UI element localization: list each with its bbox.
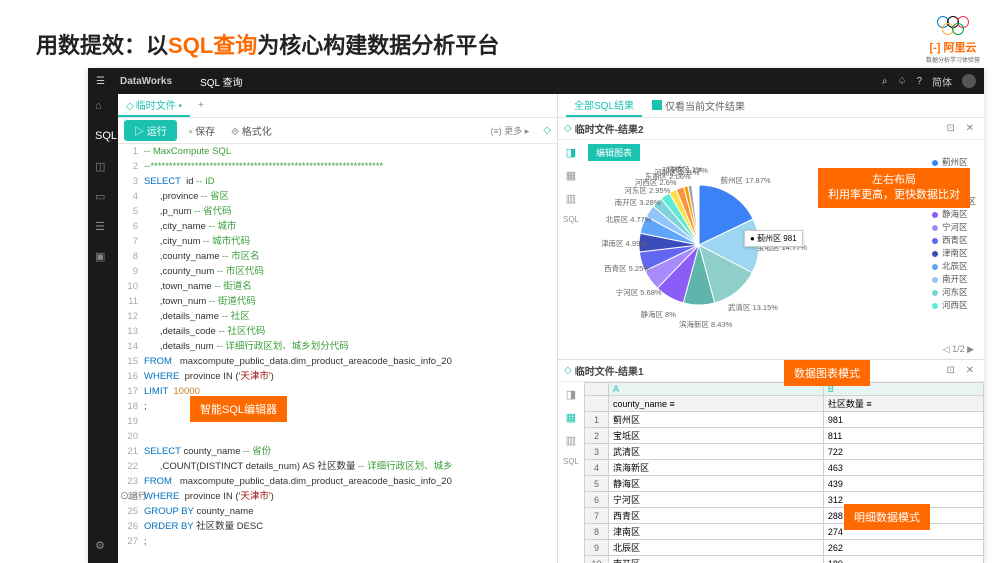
format-button[interactable]: ⟐ 格式化 [227,121,276,140]
grid-icon[interactable]: ▦ [566,169,576,182]
avatar[interactable] [962,74,976,88]
editor-pane: ◇临时文件 • + ▷ 运行 ▫ 保存 ⟐ 格式化 (≡) 更多 ▸ ◇ 1--… [118,94,558,563]
bar-icon[interactable]: ▥ [566,192,576,205]
sql-icon[interactable]: SQL [95,130,111,146]
search-icon[interactable]: ⌕ [882,76,888,87]
save-button[interactable]: ▫ 保存 [185,121,219,140]
topbar: ☰ DataWorks SQL 查询 ⌕ ♤ ? 简体 [88,68,984,94]
list-icon[interactable]: ☰ [95,220,111,236]
sql-result-icon[interactable]: SQL [563,457,579,466]
run-button[interactable]: ▷ 运行 [124,120,177,141]
app-window: ☰ DataWorks SQL 查询 ⌕ ♤ ? 简体 ⌂ SQL ◫ ▭ ☰ … [88,68,984,563]
callout-layout: 左右布局利用率更高，更快数据比对 [818,168,970,208]
cube-icon[interactable]: ◫ [95,160,111,176]
result-controls[interactable]: ⊡ ✕ [946,365,978,376]
network-icon[interactable]: ◇ [543,125,551,136]
home-icon[interactable]: ⌂ [95,100,111,116]
logo: [-] 阿里云 数据分析学习体验营 [926,16,980,64]
result1-title: 临时文件-结果1 [575,363,644,378]
result-controls[interactable]: ⊡ ✕ [946,123,978,134]
file-tab[interactable]: ◇临时文件 • [118,94,190,117]
sql-result-icon[interactable]: SQL [563,215,579,224]
lang-switch[interactable]: 简体 [932,74,952,89]
slide-title: 用数提效：以SQL查询为核心构建数据分析平台 [36,28,499,60]
code-editor[interactable]: 1-- MaxCompute SQL2--*******************… [118,144,557,563]
callout-editor: 智能SQL编辑器 [190,396,287,422]
chart-icon[interactable]: ◨ [566,146,576,159]
result-table[interactable]: ABcounty_name ≡社区数量 ≡1蓟州区9812宝坻区8113武清区7… [584,382,984,563]
gear-icon[interactable]: ⚙ [95,539,111,555]
more-button[interactable]: (≡) 更多 ▸ [491,124,530,137]
help-icon[interactable]: ? [916,76,922,87]
menu-icon[interactable]: ☰ [96,76,112,87]
bar-icon[interactable]: ▥ [566,434,576,447]
folder-icon[interactable]: ▭ [95,190,111,206]
bell-icon[interactable]: ♤ [897,76,906,87]
grid-icon[interactable]: ▦ [566,411,576,424]
only-current-checkbox[interactable]: 仅看当前文件结果 [665,102,745,113]
results-pane: 全部SQL结果 仅看当前文件结果 ◇临时文件-结果2 ⊡ ✕ ◨ ▦ ▥ SQL [558,94,984,563]
brand: DataWorks [120,76,172,87]
callout-table: 明细数据模式 [844,504,930,530]
editor-toolbar: ▷ 运行 ▫ 保存 ⟐ 格式化 (≡) 更多 ▸ ◇ [118,118,557,144]
chart-tooltip: ● 蓟州区 981 [744,230,803,247]
chart-icon[interactable]: ◨ [566,388,576,401]
tab-sql-query[interactable]: SQL 查询 [188,70,254,93]
tab-all-results[interactable]: 全部SQL结果 [566,94,642,117]
result2-title: 临时文件-结果2 [575,121,644,136]
callout-chart: 数据图表模式 [784,360,870,386]
edit-chart-button[interactable]: 编辑图表 [588,144,640,161]
side-rail: ⌂ SQL ◫ ▭ ☰ ▣ ⚙ [88,94,118,563]
chart-pager[interactable]: ◁ 1/2 ▶ [943,344,974,355]
app-icon[interactable]: ▣ [95,250,111,266]
new-tab-button[interactable]: + [190,97,212,114]
